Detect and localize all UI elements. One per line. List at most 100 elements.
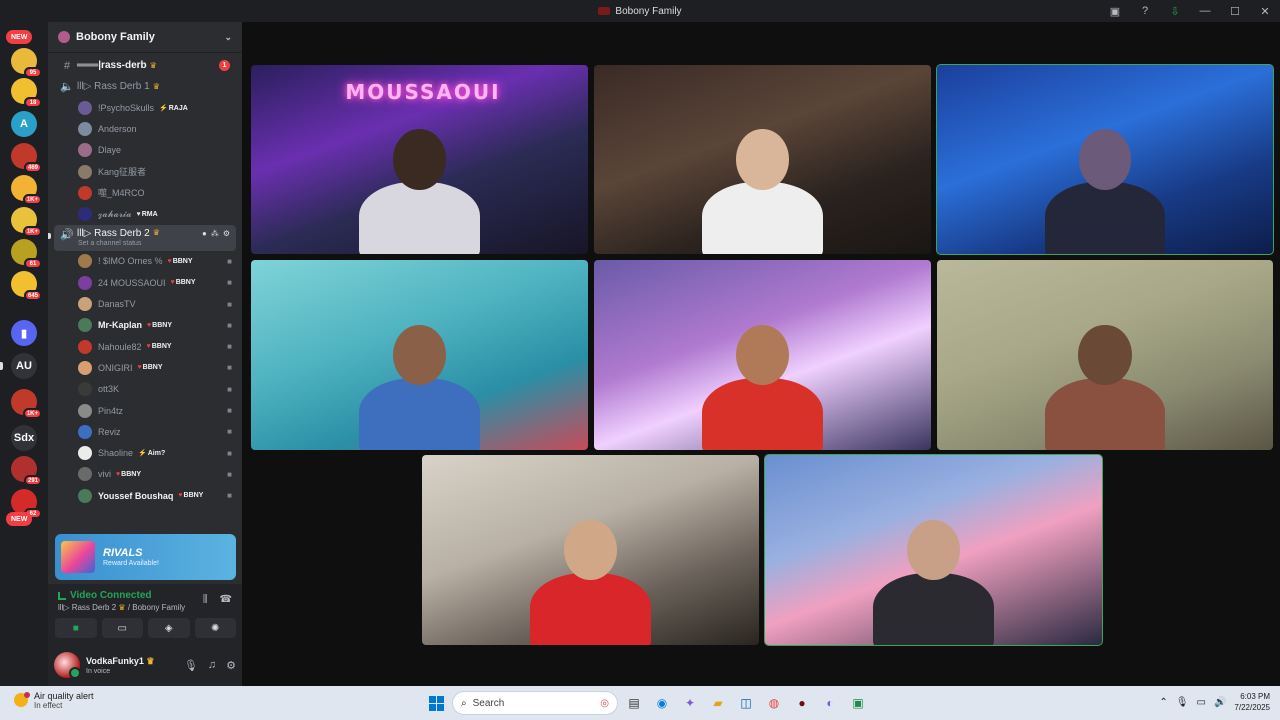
video-tile-5[interactable] xyxy=(594,260,931,450)
inbox-icon[interactable]: ▣ xyxy=(1100,0,1130,22)
voice-user-row[interactable]: Nahoule82 ♥BBNY ■ xyxy=(48,336,242,357)
crown-icon: ♛ xyxy=(149,61,157,70)
voice-user-row[interactable]: Kang征服者 xyxy=(48,161,242,182)
voice-user-row[interactable]: vivi ♥BBNY ■ xyxy=(48,464,242,485)
gear-icon[interactable]: ⚙ xyxy=(223,229,230,238)
chevron-down-icon[interactable]: ⌄ xyxy=(224,32,232,43)
voice-user-row[interactable]: DanasTV ■ xyxy=(48,293,242,314)
settings-gear-icon[interactable]: ⚙ xyxy=(226,659,236,672)
minimize-button[interactable]: — xyxy=(1190,0,1220,22)
channel-status-hint[interactable]: Set a channel status xyxy=(78,240,141,247)
tag-icon: ⚡ xyxy=(159,104,168,112)
tag-icon: ♥ xyxy=(170,279,175,287)
show-hidden-icons-icon[interactable]: ⌃ xyxy=(1159,697,1167,708)
voice-user-row[interactable]: Mr-Kaplan ♥BBNY ■ xyxy=(48,315,242,336)
voice-user-row[interactable]: !PsychoSkulls ⚡RAJA xyxy=(48,97,242,118)
voice-user-row[interactable]: Anderson xyxy=(48,118,242,139)
avatar xyxy=(78,360,92,375)
user-panel: VodkaFunky1 ♛ In voice 🎙 ♫ ⚙ xyxy=(48,644,242,686)
store-icon[interactable]: ◫ xyxy=(734,691,758,715)
channel-rass-derb[interactable]: # ═══|rass-derb ♛ 1 xyxy=(54,55,236,76)
display-tray-icon[interactable]: ▭ xyxy=(1197,697,1206,708)
video-tile-3[interactable] xyxy=(936,64,1274,255)
close-button[interactable]: ✕ xyxy=(1250,0,1280,22)
add-user-icon[interactable]: ⁂ xyxy=(211,229,219,238)
video-tile-8[interactable] xyxy=(764,454,1103,646)
server-icon-10[interactable]: AU xyxy=(11,353,37,379)
microphone-tray-icon[interactable]: 🎙 xyxy=(1176,697,1189,708)
copilot-icon[interactable]: ✦ xyxy=(678,691,702,715)
guild-header[interactable]: Bobony Family ⌄ xyxy=(48,22,242,53)
voice-channel-rass-derb-2[interactable]: 🔊 lll▷ Rass Derb 2 ♛ Set a channel statu… xyxy=(48,224,236,251)
disconnect-icon[interactable]: ☎ xyxy=(220,594,232,605)
screen-share-button[interactable]: ▭ xyxy=(101,618,143,638)
server-icon-9[interactable]: ▮ xyxy=(11,320,37,346)
mention-badge: 1K+ xyxy=(22,226,42,237)
voice-state-icons: ■ xyxy=(227,427,232,436)
help-icon[interactable]: ? xyxy=(1130,0,1160,22)
headphones-icon[interactable]: ♫ xyxy=(208,659,216,672)
voice-user-row[interactable]: 24 MOUSSAOUI ♥BBNY ■ xyxy=(48,272,242,293)
terminal-icon[interactable]: ▣ xyxy=(846,691,870,715)
video-tile-1[interactable]: MOUSSAOUI xyxy=(251,65,588,254)
avatar xyxy=(78,207,92,222)
video-tile-6[interactable] xyxy=(937,260,1273,450)
weather-alert[interactable]: Air quality alert In effect xyxy=(14,691,94,710)
selected-indicator xyxy=(48,232,51,239)
taskbar-search[interactable]: ⌕ Search ◎ xyxy=(452,691,618,715)
edge-browser-icon[interactable]: ◉ xyxy=(650,691,674,715)
voice-user-row[interactable]: Dlaye xyxy=(48,140,242,161)
server-icon-3[interactable]: A xyxy=(11,111,37,137)
video-stage: MOUSSAOUI xyxy=(242,22,1280,686)
server-icon-1[interactable]: 95 xyxy=(11,48,42,78)
new-pill-bottom[interactable]: NEW xyxy=(6,512,33,526)
voice-user-row[interactable]: ott3K ■ xyxy=(48,379,242,400)
windows-start-icon[interactable] xyxy=(424,691,448,715)
voice-user-row[interactable]: ONIGIRI ♥BBNY ■ xyxy=(48,357,242,378)
download-icon[interactable]: ⇩ xyxy=(1160,0,1190,22)
crown-icon: ♛ xyxy=(152,82,160,91)
server-icon-7[interactable]: 61 xyxy=(11,239,42,269)
voice-channel-rass-derb-1[interactable]: 🔈 lll▷ Rass Derb 1 ♛ xyxy=(54,76,236,97)
discord-taskbar-icon[interactable]: ◐ xyxy=(818,691,842,715)
video-tile-7[interactable] xyxy=(422,455,759,645)
server-icon-5[interactable]: 1K+ xyxy=(11,175,42,205)
chat-icon[interactable]: ● xyxy=(202,229,207,238)
promo-banner[interactable]: RIVALS Reward Available! xyxy=(55,534,236,580)
voice-user-row[interactable]: Shaoline ⚡Aim? ■ xyxy=(48,442,242,463)
participant-head xyxy=(906,519,961,581)
game-launcher-icon[interactable]: ● xyxy=(790,691,814,715)
voice-user-row[interactable]: ! $IMO Ornes % ♥BBNY ■ xyxy=(48,251,242,272)
voice-user-row[interactable]: Pin4tz ■ xyxy=(48,400,242,421)
chrome-icon[interactable]: ◍ xyxy=(762,691,786,715)
new-pill-top[interactable]: NEW xyxy=(6,30,33,44)
user-tag: ♥BBNY xyxy=(178,492,203,499)
server-icon-11[interactable]: 1K+ xyxy=(11,389,42,419)
server-icon-4[interactable]: 469 xyxy=(11,143,42,173)
voice-user-row[interactable]: 𝔃𝓪𝓱𝓪𝓻𝓲𝓪 ♥RMA xyxy=(48,203,242,224)
voice-user-row[interactable]: Youssef Boushaq ♥BBNY ■ xyxy=(48,485,242,506)
server-icon-6[interactable]: 1K+ xyxy=(11,207,42,237)
video-tile-4[interactable] xyxy=(251,260,588,450)
server-icon-12[interactable]: Sdx xyxy=(11,425,37,451)
taskbar-clock[interactable]: 6:03 PM 7/22/2025 xyxy=(1234,691,1270,713)
file-explorer-icon[interactable]: ▰ xyxy=(706,691,730,715)
microphone-icon[interactable]: 🎙 xyxy=(184,659,198,672)
user-tag: ♥BBNY xyxy=(116,471,141,478)
soundboard-button[interactable]: ✺ xyxy=(194,618,236,638)
camera-button[interactable]: ■ xyxy=(55,618,97,638)
noise-suppression-icon[interactable]: ⫼ xyxy=(203,594,208,605)
server-icon-8[interactable]: 645 xyxy=(11,271,42,301)
voice-user-row[interactable]: Reviz ■ xyxy=(48,421,242,442)
task-view-icon[interactable]: ▤ xyxy=(622,691,646,715)
maximize-button[interactable]: ☐ xyxy=(1220,0,1250,22)
activity-button[interactable]: ◈ xyxy=(148,618,190,638)
voice-state-icons: ■ xyxy=(227,385,232,394)
video-tile-2[interactable] xyxy=(594,65,931,254)
participant-head xyxy=(1078,324,1132,386)
voice-user-row[interactable]: 噬_M4RCO xyxy=(48,182,242,203)
volume-icon[interactable]: 🔊 xyxy=(1214,697,1226,708)
server-icon-2[interactable]: 18 xyxy=(11,78,42,108)
server-icon-13[interactable]: 291 xyxy=(11,456,42,486)
avatar[interactable] xyxy=(54,652,81,679)
